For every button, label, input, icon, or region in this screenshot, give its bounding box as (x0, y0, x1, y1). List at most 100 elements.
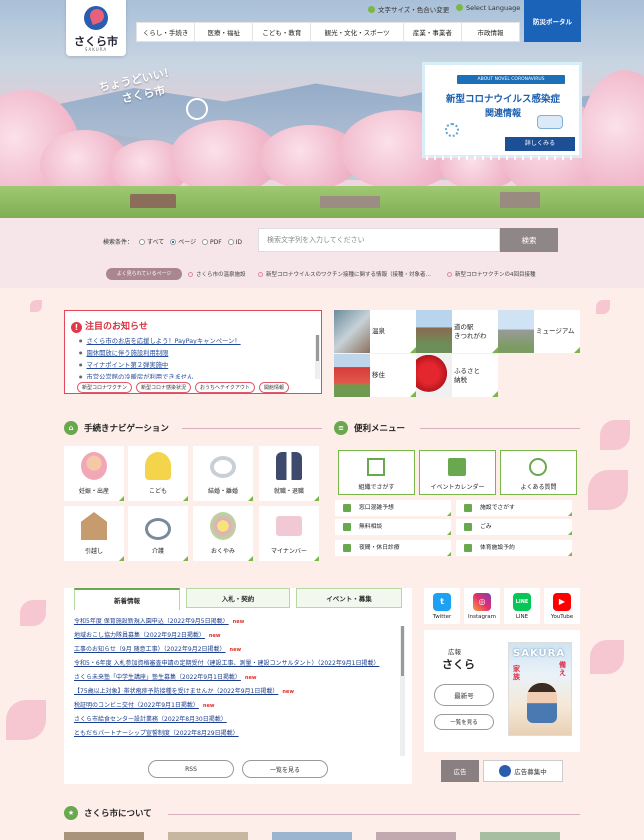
news-item[interactable]: ともだちパートナーシップ宣誓制度（2022年8月29日掲載） (74, 730, 400, 738)
news-item-text: 税証明のコンビニ交付（2022年9月1日掲載） (74, 702, 199, 709)
tile-michinoeki[interactable]: 道の駅 きつれがわ (416, 310, 498, 353)
radio-page-label: ページ (178, 239, 197, 246)
nav-employment[interactable]: 就職・退職 (259, 446, 319, 501)
menu-free-consult[interactable]: 無料相談 (335, 519, 451, 535)
corona-tag: ABOUT NOVEL CORONAVIRUS (457, 75, 565, 84)
youtube-icon: ▶ (553, 593, 571, 611)
news-item[interactable]: 令和5・6年度 入札参加資格審査申請の定期受付（建設工事、測量・建設コンサルタン… (74, 660, 400, 668)
nav-care[interactable]: 介護 (128, 506, 188, 561)
notice-list: さくら市のお店を応援しよう！PayPayキャンペーン！ 園休開放に伴う施設利用制… (79, 335, 311, 379)
menu-gym-reservation[interactable]: 体育施設予約 (456, 540, 572, 556)
menu-night-clinic[interactable]: 夜間・休日診療 (335, 540, 451, 556)
search-input[interactable]: 検索文字列を入力してください (258, 228, 500, 252)
about-thumb[interactable] (480, 832, 560, 840)
nav-living[interactable]: くらし・手続き (137, 23, 196, 41)
corona-more-button[interactable]: 詳しくみる (505, 137, 575, 151)
about-thumb[interactable] (376, 832, 456, 840)
news-item[interactable]: 令和5年度 保育施設新規入園申込（2022年9月5日掲載） new (74, 618, 400, 626)
about-thumb[interactable] (64, 832, 144, 840)
ad-recruit-banner[interactable]: 広告募集中 (483, 760, 563, 782)
search-condition-label: 検索条件： (103, 239, 134, 246)
magazine-cover[interactable]: SAKURA 家族 備え (508, 642, 572, 736)
notice-tag[interactable]: 開館情報 (258, 382, 289, 393)
popular-link[interactable]: 新型コロナウイルスのワクチン接種に関する情報（接種・対象者… (258, 270, 431, 278)
nav-medical[interactable]: 医療・福祉 (195, 23, 254, 41)
news-item[interactable]: さくら未来塾「中学生講座」塾生募集（2022年9月1日掲載） new (74, 674, 400, 682)
baby-icon (81, 452, 107, 480)
tab-news[interactable]: 新着情報 (74, 588, 180, 610)
radio-all[interactable] (138, 239, 145, 245)
trash-icon (464, 523, 472, 531)
menu-counter-congestion[interactable]: 窓口混雑予想 (335, 500, 451, 516)
notice-tag[interactable]: 新型コロナ感染状況 (136, 382, 192, 393)
menu-garbage[interactable]: ごみ (456, 519, 572, 535)
cover-photo (527, 683, 557, 723)
magazine-list-button[interactable]: 一覧を見る (434, 714, 494, 730)
notice-item[interactable]: さくら市のお店を応援しよう！PayPayキャンペーン！ (79, 335, 311, 347)
menu-counter-congestion-label: 窓口混雑予想 (359, 505, 394, 511)
tile-onsen[interactable]: 温泉 (334, 310, 416, 353)
news-scrollbar[interactable] (400, 626, 405, 756)
about-thumb[interactable] (272, 832, 352, 840)
menu-event-calendar[interactable]: イベントカレンダー (419, 450, 496, 495)
about-thumb[interactable] (168, 832, 248, 840)
latest-issue-button[interactable]: 最新号 (434, 684, 494, 706)
nav-kids[interactable]: こども (128, 446, 188, 501)
language-link[interactable]: Select Language (456, 4, 520, 12)
nav-pregnancy[interactable]: 妊娠・出産 (64, 446, 124, 501)
menu-faq[interactable]: よくある質問 (500, 450, 577, 495)
tile-label: ふるさと 納税 (454, 366, 480, 384)
menu-facility-search[interactable]: 施設でさがす (456, 500, 572, 516)
notice-tag[interactable]: おうちへテイクアウト (195, 382, 255, 393)
text-size-link[interactable]: 文字サイズ・色合い変更 (368, 4, 449, 14)
news-list-all-button[interactable]: 一覧を見る (242, 760, 328, 778)
radio-pdf[interactable] (202, 239, 209, 245)
nav-government[interactable]: 市政情報 (462, 23, 519, 41)
nav-industry[interactable]: 産業・事業者 (404, 23, 462, 41)
popular-link[interactable]: 新型コロナワクチンの4回目接種 (447, 270, 536, 278)
tab-events[interactable]: イベント・募集 (296, 588, 402, 608)
radio-page[interactable] (170, 239, 177, 245)
tab-bidding[interactable]: 入札・契約 (186, 588, 290, 608)
news-item[interactable]: さくら市給食センター設計業務（2022年8月30日掲載） (74, 716, 400, 724)
nav-moving[interactable]: 引越し (64, 506, 124, 561)
site-logo[interactable]: さくら市 SAKURA (66, 0, 126, 56)
nav-marriage[interactable]: 結婚・離婚 (193, 446, 253, 501)
news-item[interactable]: 税証明のコンビニ交付（2022年9月1日掲載） new (74, 702, 400, 710)
instagram-link[interactable]: ◎ Instagram (464, 588, 500, 624)
language-link-label: Select Language (466, 4, 521, 12)
radio-id[interactable] (227, 239, 234, 245)
nav-mynumber[interactable]: マイナンバー (259, 506, 319, 561)
notice-item[interactable]: マイナポイント第２弾実施中 (79, 359, 311, 371)
news-item[interactable]: 【75歳以上対象】帯状疱疹予防接種を受けませんか（2022年9月1日掲載） new (74, 688, 400, 696)
cover-title: SAKURA (513, 648, 566, 659)
tile-migration[interactable]: 移住 (334, 354, 416, 397)
menu-organization[interactable]: 組織でさがす (338, 450, 415, 495)
magazine-label2: さくら (442, 658, 475, 671)
notice-tag[interactable]: 新型コロナワクチン (77, 382, 133, 393)
convenience-heading: ≡ 便利メニュー (334, 421, 405, 435)
tile-furusato-tax[interactable]: ふるさと 納税 (416, 354, 498, 397)
news-item[interactable]: 地域おこし協力隊員募集（2022年9月2日掲載） new (74, 632, 400, 640)
disaster-portal-button[interactable]: 防災ポータル (524, 0, 581, 42)
migration-photo (334, 354, 370, 397)
notice-scrollbar[interactable] (315, 335, 320, 379)
popular-link[interactable]: さくら市の温泉施設 (188, 270, 246, 278)
magazine-label1: 広報 (448, 648, 461, 656)
notice-item[interactable]: 市営公営館の冷暖房が利用できません (79, 371, 311, 379)
tile-museum[interactable]: ミュージアム (498, 310, 580, 353)
nav-condolence[interactable]: おくやみ (193, 506, 253, 561)
notice-item[interactable]: 園休開放に伴う施設利用制限 (79, 347, 311, 359)
corona-banner[interactable]: ABOUT NOVEL CORONAVIRUS 新型コロナウイルス感染症 関連情… (422, 62, 582, 158)
building-icon (464, 504, 472, 512)
nav-children[interactable]: こども・教育 (253, 23, 312, 41)
twitter-link[interactable]: t Twitter (424, 588, 460, 624)
hero-slider-dots[interactable] (426, 156, 576, 160)
new-badge: new (202, 703, 215, 709)
nav-tourism[interactable]: 観光・文化・スポーツ (311, 23, 404, 41)
news-item[interactable]: 工事のお知らせ（9月 随意工事）（2022年9月2日掲載） new (74, 646, 400, 654)
line-link[interactable]: LINE LINE (504, 588, 540, 624)
search-button[interactable]: 検索 (500, 228, 558, 252)
rss-button[interactable]: RSS (148, 760, 234, 778)
youtube-link[interactable]: ▶ YouTube (544, 588, 580, 624)
